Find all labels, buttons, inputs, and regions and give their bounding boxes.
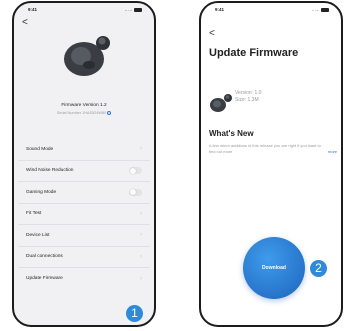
back-button[interactable]: < (209, 29, 215, 39)
signal-battery-icon: ‥… (124, 7, 142, 13)
status-bar: 9:41 ‥… (201, 7, 341, 15)
whats-new-heading: What's New (209, 129, 254, 138)
whats-new-text: A few minor additions in this release yo… (209, 143, 321, 154)
menu-item-label: Update Firmware (26, 276, 63, 282)
menu-item-sound-mode[interactable]: Sound Mode › (18, 139, 150, 161)
gaming-mode-toggle[interactable] (129, 188, 142, 196)
status-time: 9:41 (28, 7, 38, 12)
chevron-right-icon: › (140, 275, 142, 282)
menu-item-wind-noise-reduction: Wind Noise Reduction (18, 161, 150, 182)
menu-item-fit-test[interactable]: Fit Test › (18, 204, 150, 225)
step-badge-1: 1 (126, 305, 143, 322)
more-link[interactable]: more (328, 149, 337, 154)
menu-item-update-firmware[interactable]: Update Firmware › (18, 268, 150, 290)
earbuds-icon (64, 36, 110, 76)
earbuds-icon (210, 94, 232, 112)
serial-number: Serial Number 1HAS524W80 (14, 111, 154, 115)
info-icon[interactable] (107, 111, 112, 115)
chevron-right-icon: › (140, 210, 142, 217)
firmware-size: Size: 1.3M (235, 97, 259, 103)
menu-item-dual-connections[interactable]: Dual connections › (18, 247, 150, 268)
firmware-version-label: Firmware Version 1.2 (61, 103, 107, 108)
wind-noise-toggle[interactable] (129, 167, 142, 175)
status-bar: 9:41 ‥… (14, 7, 154, 15)
phone-update-firmware-screen: 9:41 ‥… < Update Firmware Version: 1.0 S… (199, 1, 343, 327)
status-time: 9:41 (215, 7, 225, 12)
page-title: Update Firmware (209, 47, 299, 59)
download-button-label: Download (262, 265, 286, 271)
menu-item-label: Fit Test (26, 211, 42, 217)
menu-item-label: Dual connections (26, 254, 63, 260)
menu-item-label: Gaming Mode (26, 189, 57, 195)
phone-settings-screen: 9:41 ‥… < Firmware Version 1.2 Serial Nu… (12, 1, 156, 327)
back-button[interactable]: < (22, 18, 28, 28)
chevron-right-icon: › (140, 146, 142, 153)
menu-item-label: Sound Mode (26, 146, 54, 152)
menu-item-device-list[interactable]: Device List › (18, 225, 150, 247)
signal-battery-icon: ‥… (311, 7, 329, 13)
step-badge-2: 2 (310, 260, 327, 277)
settings-list: Sound Mode › Wind Noise Reduction Gaming… (18, 139, 150, 290)
chevron-right-icon: › (140, 253, 142, 260)
download-button[interactable]: Download (243, 237, 305, 299)
firmware-version: Version: 1.0 (235, 90, 262, 96)
menu-item-gaming-mode: Gaming Mode (18, 182, 150, 204)
menu-item-label: Device List (26, 232, 50, 238)
chevron-right-icon: › (140, 232, 142, 239)
menu-item-label: Wind Noise Reduction (26, 168, 74, 174)
